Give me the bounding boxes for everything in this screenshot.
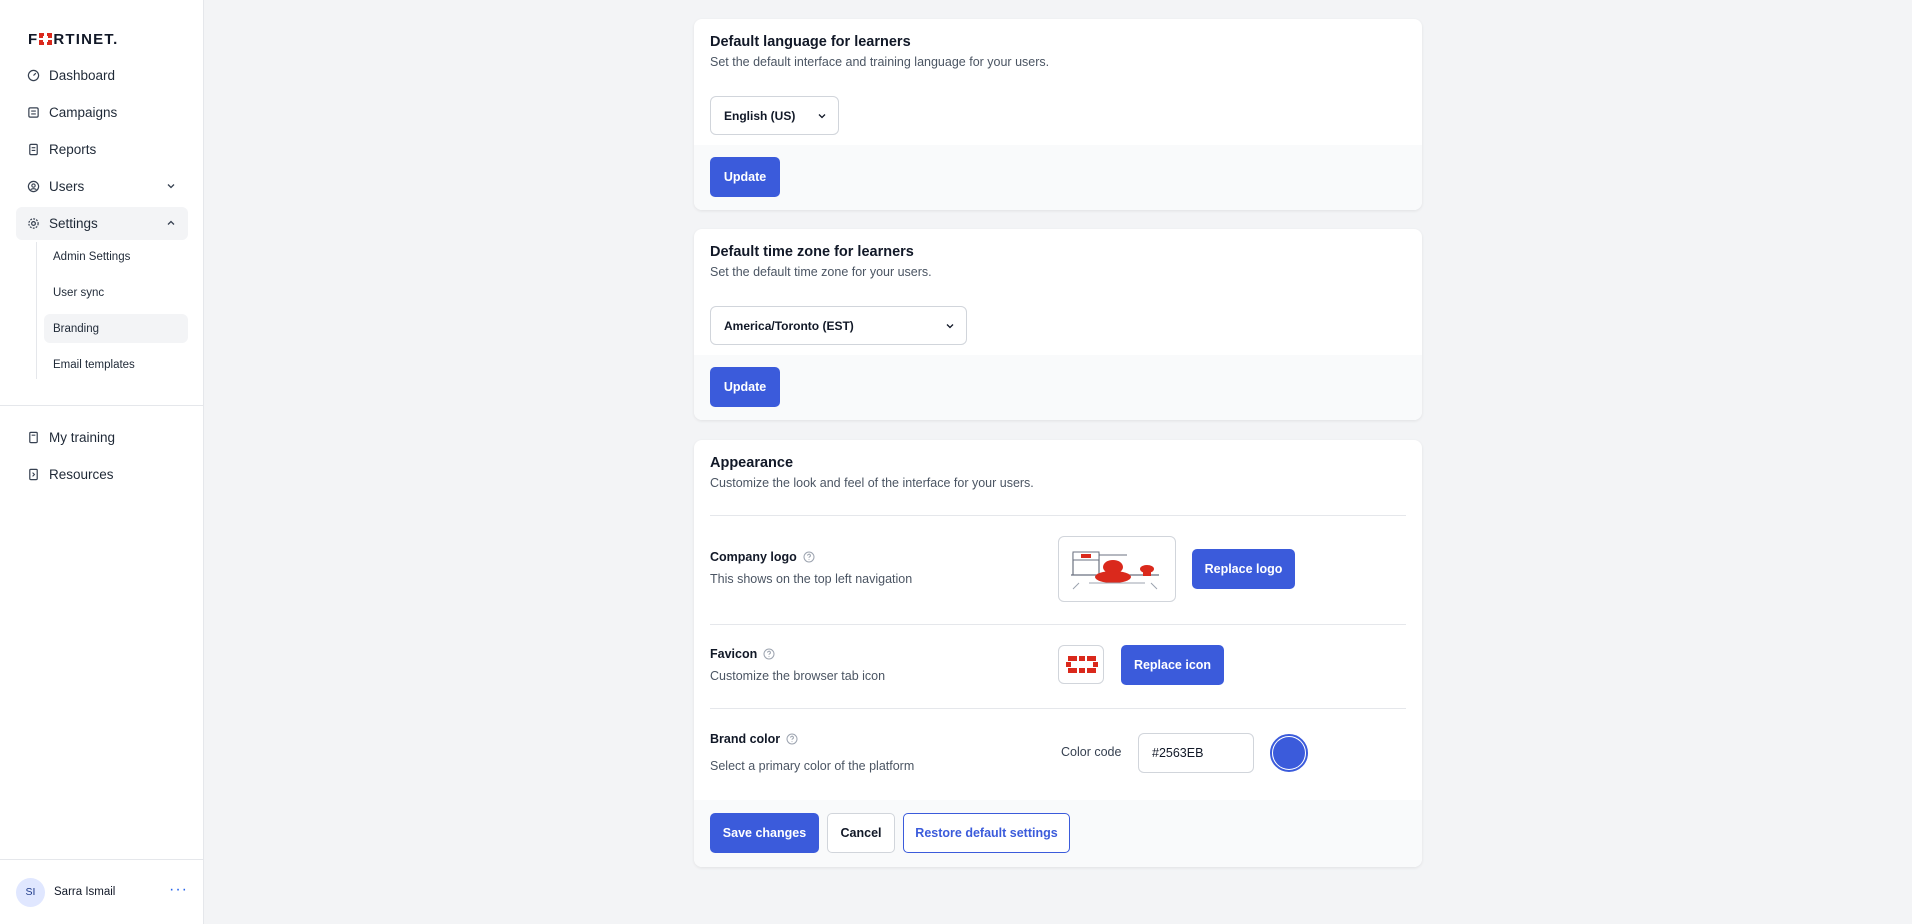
card-description: Customize the look and feel of the inter… — [710, 476, 1034, 490]
nav-label: Resources — [49, 467, 114, 482]
user-name: Sarra Ismail — [54, 886, 116, 898]
fortinet-favicon-icon — [1066, 656, 1098, 673]
nav-label: Reports — [49, 142, 97, 157]
nav-label: Settings — [49, 216, 98, 231]
sidebar-divider — [0, 405, 204, 406]
restore-defaults-button[interactable]: Restore default settings — [903, 813, 1070, 853]
update-timezone-button[interactable]: Update — [710, 367, 780, 407]
favicon-description: Customize the browser tab icon — [710, 669, 886, 683]
card-title: Default language for learners — [710, 34, 911, 50]
brand-color-title: Brand color — [710, 732, 798, 746]
color-code-label: Color code — [1061, 745, 1122, 759]
replace-icon-button[interactable]: Replace icon — [1121, 645, 1224, 685]
logo-text-left: F — [28, 30, 39, 48]
timezone-card: Default time zone for learners Set the d… — [694, 229, 1422, 420]
logo-text-right: RTINET. — [53, 30, 119, 48]
section-divider — [710, 515, 1406, 516]
select-value: America/Toronto (EST) — [724, 318, 854, 333]
row-title-text: Brand color — [710, 732, 781, 746]
reports-icon — [26, 143, 40, 157]
nav-label: Campaigns — [49, 105, 118, 120]
help-icon[interactable] — [786, 733, 798, 745]
card-title: Default time zone for learners — [710, 244, 914, 260]
company-logo-image-icon — [1071, 551, 1159, 590]
book-icon — [26, 431, 40, 445]
company-logo-preview — [1058, 536, 1176, 602]
nav-item-resources[interactable]: Resources — [16, 458, 188, 491]
user-profile: SI Sarra Ismail ··· — [0, 859, 204, 924]
card-title: Appearance — [710, 455, 794, 471]
row-divider — [710, 624, 1406, 625]
chevron-up-icon — [167, 220, 175, 225]
nav-item-reports[interactable]: Reports — [16, 133, 188, 166]
replace-logo-button[interactable]: Replace logo — [1192, 549, 1295, 589]
card-description: Set the default interface and training l… — [710, 55, 1050, 69]
nav-item-campaigns[interactable]: Campaigns — [16, 96, 188, 129]
nav-item-users[interactable]: Users — [16, 170, 188, 203]
language-select[interactable]: English (US) — [710, 96, 839, 135]
brand-color-description: Select a primary color of the platform — [710, 759, 915, 773]
user-circle-icon — [26, 180, 40, 194]
update-language-button[interactable]: Update — [710, 157, 780, 197]
language-card: Default language for learners Set the de… — [694, 19, 1422, 210]
subnav-item-branding[interactable]: Branding — [44, 314, 188, 343]
card-footer: Update — [694, 145, 1422, 210]
more-options-icon[interactable]: ··· — [169, 882, 188, 898]
secondary-nav: My training Resources — [16, 421, 188, 495]
color-swatch — [1273, 737, 1305, 769]
nav-label: Users — [49, 179, 85, 194]
subnav-item-admin-settings[interactable]: Admin Settings — [44, 242, 188, 271]
timezone-select[interactable]: America/Toronto (EST) — [710, 306, 967, 345]
chevron-down-icon — [818, 114, 826, 119]
nav-label: Dashboard — [49, 68, 116, 83]
fortinet-logo[interactable]: F RTINET. — [28, 30, 118, 48]
card-description: Set the default time zone for your users… — [710, 265, 932, 279]
gear-icon — [26, 217, 40, 231]
row-title-text: Company logo — [710, 550, 797, 564]
nav-label: My training — [49, 430, 116, 445]
favicon-title: Favicon — [710, 647, 775, 661]
subnav-item-email-templates[interactable]: Email templates — [44, 350, 188, 379]
nav-item-dashboard[interactable]: Dashboard — [16, 59, 188, 92]
card-footer: Update — [694, 355, 1422, 420]
fortinet-mark-icon — [39, 33, 53, 45]
color-code-input[interactable]: #2563EB — [1138, 733, 1254, 773]
help-icon[interactable] — [803, 551, 815, 563]
avatar[interactable]: SI — [16, 877, 45, 907]
row-divider — [710, 708, 1406, 709]
resources-icon — [26, 468, 40, 482]
main-nav: Dashboard Campaigns Reports Users Settin… — [16, 59, 188, 386]
row-title-text: Favicon — [710, 647, 758, 661]
chevron-down-icon — [167, 184, 175, 189]
sidebar: F RTINET. Dashboard Campaigns Reports Us… — [0, 0, 204, 924]
card-footer: Save changes Cancel Restore default sett… — [694, 800, 1422, 867]
appearance-card: Appearance Customize the look and feel o… — [694, 440, 1422, 867]
save-changes-button[interactable]: Save changes — [710, 813, 819, 853]
company-logo-title: Company logo — [710, 550, 815, 564]
nav-item-my-training[interactable]: My training — [16, 421, 188, 454]
favicon-preview — [1058, 645, 1104, 684]
color-swatch-picker[interactable] — [1270, 734, 1308, 772]
select-value: English (US) — [724, 108, 796, 123]
campaign-icon — [26, 106, 40, 120]
nav-item-settings[interactable]: Settings — [16, 207, 188, 240]
gauge-icon — [26, 69, 40, 83]
cancel-button[interactable]: Cancel — [827, 813, 895, 853]
help-icon[interactable] — [763, 648, 775, 660]
subnav-item-user-sync[interactable]: User sync — [44, 278, 188, 307]
settings-subnav: Admin Settings User sync Branding Email … — [36, 242, 188, 379]
chevron-down-icon — [946, 324, 954, 329]
company-logo-description: This shows on the top left navigation — [710, 572, 913, 586]
